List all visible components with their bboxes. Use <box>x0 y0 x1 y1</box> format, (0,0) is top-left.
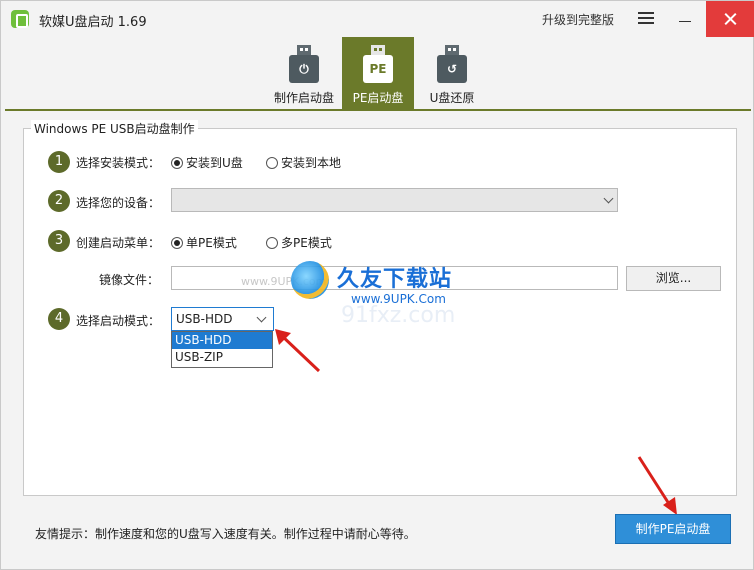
radio-label: 多PE模式 <box>281 236 332 250</box>
device-label: 选择您的设备： <box>76 196 161 210</box>
make-pe-button[interactable]: 制作PE启动盘 <box>615 514 731 544</box>
panel-title: Windows PE USB启动盘制作 <box>31 120 198 137</box>
boot-mode-dropdown: USB-HDD USB-ZIP <box>171 331 273 368</box>
radio-label: 单PE模式 <box>186 236 237 250</box>
app-window: 软媒U盘启动 1.69 升级到完整版 ⏻ 制作启动盘 PE PE启动盘 ↺ U盘… <box>0 0 754 570</box>
tab-underline <box>5 109 751 111</box>
radio-dot[interactable] <box>171 156 183 169</box>
tab-label: PE启动盘 <box>352 91 404 105</box>
device-select[interactable] <box>171 188 618 212</box>
title-bar: 软媒U盘启动 1.69 升级到完整版 <box>1 1 754 37</box>
tab-pe-bootdisk[interactable]: PE PE启动盘 <box>342 37 414 109</box>
boot-mode-select[interactable]: USB-HDD <box>171 307 274 331</box>
radio-install-local[interactable]: 安装到本地 <box>266 154 341 171</box>
tab-usb-restore[interactable]: ↺ U盘还原 <box>416 37 488 109</box>
radio-multi-pe[interactable]: 多PE模式 <box>266 234 332 251</box>
tab-label: U盘还原 <box>429 91 475 105</box>
image-file-label: 镜像文件： <box>99 273 160 287</box>
close-icon[interactable] <box>706 1 754 37</box>
boot-mode-label: 选择启动模式： <box>76 314 161 328</box>
app-logo-icon <box>11 10 29 28</box>
tab-bar: ⏻ 制作启动盘 PE PE启动盘 ↺ U盘还原 <box>1 37 753 109</box>
usb-pe-icon: PE <box>363 45 393 83</box>
footer-tip: 友情提示：制作速度和您的U盘写入速度有关。制作过程中请耐心等待。 <box>35 527 416 541</box>
menu-icon[interactable] <box>638 10 654 26</box>
radio-install-usb[interactable]: 安装到U盘 <box>171 154 243 171</box>
minimize-icon[interactable] <box>679 21 691 22</box>
dropdown-option-usb-zip[interactable]: USB-ZIP <box>172 349 272 366</box>
step-4-badge: 4 <box>48 308 70 330</box>
usb-power-icon: ⏻ <box>289 45 319 83</box>
tab-make-bootdisk[interactable]: ⏻ 制作启动盘 <box>268 37 340 109</box>
step-3-badge: 3 <box>48 230 70 252</box>
dropdown-option-usb-hdd[interactable]: USB-HDD <box>172 332 272 349</box>
window-title: 软媒U盘启动 1.69 <box>39 15 147 30</box>
radio-single-pe[interactable]: 单PE模式 <box>171 234 237 251</box>
tab-label: 制作启动盘 <box>273 91 334 105</box>
step-1-badge: 1 <box>48 151 70 173</box>
radio-label: 安装到U盘 <box>186 156 243 170</box>
install-mode-label: 选择安装模式： <box>76 156 161 170</box>
radio-label: 安装到本地 <box>281 156 342 170</box>
boot-menu-label: 创建启动菜单： <box>76 236 161 250</box>
chevron-down-icon <box>603 193 614 204</box>
browse-button[interactable]: 浏览... <box>626 266 721 291</box>
image-file-input[interactable] <box>171 266 618 290</box>
chevron-down-icon <box>256 312 267 323</box>
boot-mode-value: USB-HDD <box>176 312 233 326</box>
radio-dot[interactable] <box>266 156 278 169</box>
usb-restore-icon: ↺ <box>437 45 467 83</box>
radio-dot[interactable] <box>171 236 183 249</box>
radio-dot[interactable] <box>266 236 278 249</box>
step-2-badge: 2 <box>48 190 70 212</box>
upgrade-link[interactable]: 升级到完整版 <box>542 11 614 28</box>
